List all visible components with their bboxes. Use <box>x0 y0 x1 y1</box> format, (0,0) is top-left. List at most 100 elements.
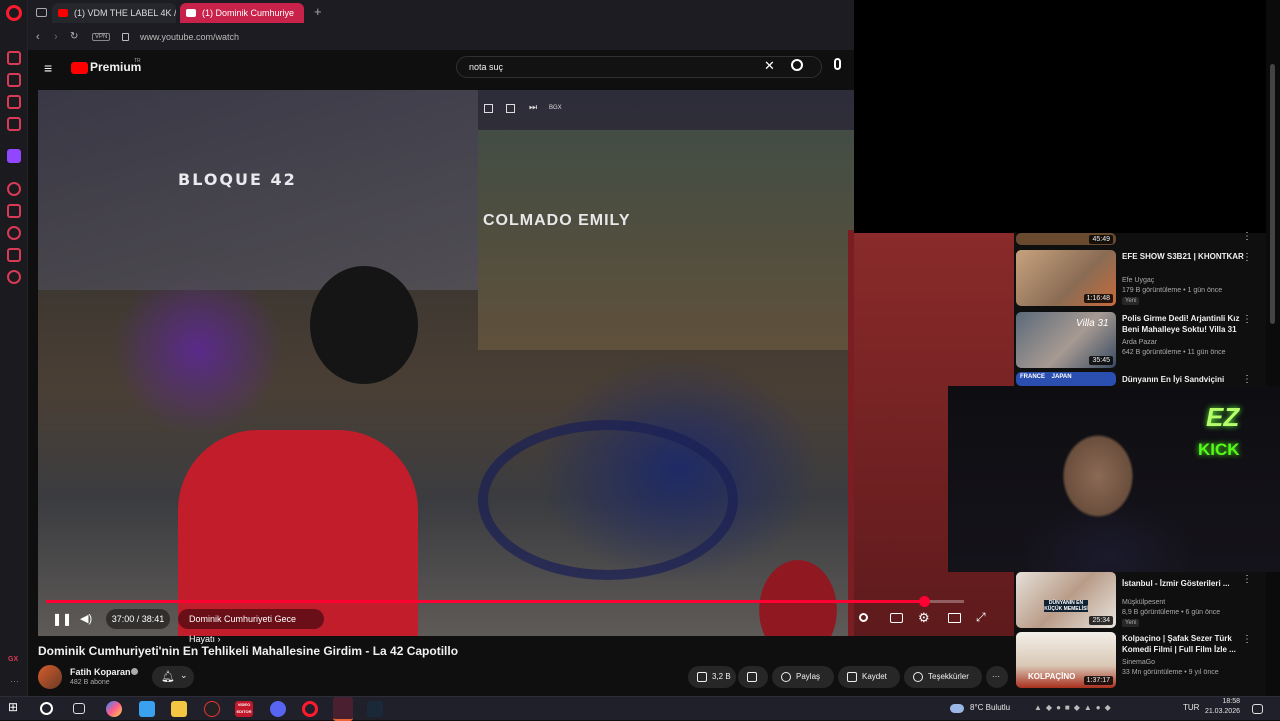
rec-duration: 1:16:48 <box>1083 294 1113 303</box>
tab-island-icon[interactable] <box>36 8 47 17</box>
dislike-button[interactable] <box>738 666 768 688</box>
clear-search-icon[interactable]: ✕ <box>764 58 775 74</box>
next-track-icon[interactable]: ⏭ <box>529 102 537 113</box>
sidebar-messenger-icon[interactable] <box>7 95 21 109</box>
share-button[interactable]: Paylaş <box>772 666 834 688</box>
volume-icon[interactable]: ◀) <box>80 612 92 625</box>
sidebar-mail-icon[interactable] <box>7 117 21 131</box>
rec-item[interactable]: Villa 31 35:45 Polis Girme Dedi! Arjanti… <box>1016 312 1264 368</box>
microphone-icon[interactable] <box>834 58 841 70</box>
overlay-label[interactable]: BGX <box>549 105 562 111</box>
back-icon[interactable]: ‹ <box>36 31 40 43</box>
sidebar-twitch-icon[interactable] <box>7 149 21 163</box>
sidebar-player-icon[interactable] <box>7 182 21 196</box>
settings-gear-icon[interactable]: ⚙ <box>918 610 930 626</box>
rec-title: Dünyanın En İyi Sandviçini <box>1122 375 1225 384</box>
edge-icon[interactable] <box>139 701 155 717</box>
task-view-icon[interactable] <box>73 703 85 714</box>
reload-icon[interactable]: ↻ <box>70 31 78 42</box>
discord-icon[interactable] <box>270 701 286 717</box>
sidebar-more-icon[interactable]: ··· <box>10 676 19 686</box>
weather-cloud-icon[interactable] <box>950 704 964 713</box>
rec-item[interactable]: DÜNYANIN EN KÜÇÜK MEMELİSİ 25:34 İstanbu… <box>1016 572 1264 628</box>
channel-avatar[interactable] <box>38 665 62 689</box>
sidebar-gx-icon[interactable]: GX <box>8 656 18 663</box>
rec-menu-icon[interactable]: ⋮ <box>1242 314 1252 325</box>
language-indicator[interactable]: TUR <box>1183 703 1199 712</box>
search-icon[interactable] <box>791 59 803 71</box>
fullscreen-icon[interactable]: ⤢ <box>976 610 986 625</box>
sidebar-history-icon[interactable] <box>7 226 21 240</box>
progress-bar[interactable] <box>46 596 964 607</box>
weather-text[interactable]: 8°C Bulutlu <box>970 703 1010 712</box>
rec-thumbnail: FRANCE JAPAN <box>1016 372 1116 386</box>
rec-title: Kolpaçino | Şafak Sezer Türk Komedi Film… <box>1122 634 1236 654</box>
popout-icon[interactable] <box>484 104 493 113</box>
rec-meta: 642 B görüntüleme • 11 gün önce <box>1122 349 1226 356</box>
opera-gx-icon[interactable] <box>204 701 220 717</box>
super-thanks-icon <box>913 672 923 682</box>
scrollbar-thumb[interactable] <box>1270 64 1275 324</box>
channel-name[interactable]: Fatih Koparan <box>70 667 131 677</box>
sidebar-bag-icon[interactable] <box>7 73 21 87</box>
rec-item[interactable]: FRANCE JAPAN Dünyanın En İyi Sandviçini … <box>1016 372 1264 386</box>
rec-title: İstanbul - İzmir Gösterileri ... <box>1122 579 1230 588</box>
video-player[interactable]: BLOQUE 42 COLMADO EMILY ⏭ BGX <box>38 90 854 636</box>
windows-start-icon[interactable]: ⊞ <box>8 700 24 716</box>
vpn-badge[interactable]: VPN <box>92 33 111 41</box>
tab-vdm[interactable]: (1) VDM THE LABEL 4K / 2 <box>52 3 176 23</box>
rec-item[interactable]: 1:16:48 EFE SHOW S3B21 | KHONTKAR Efe Uy… <box>1016 250 1264 306</box>
scene-wall <box>38 90 478 290</box>
pause-button[interactable]: ❚❚ <box>52 612 72 626</box>
clock-time[interactable]: 18:58 <box>1204 698 1240 705</box>
opera-gx-active-icon[interactable] <box>333 697 353 721</box>
steam-icon[interactable] <box>367 701 383 717</box>
sidebar-aria-icon[interactable] <box>7 51 21 65</box>
file-explorer-icon[interactable] <box>171 701 187 717</box>
youtube-logo-icon[interactable] <box>71 62 88 74</box>
thanks-button[interactable]: Teşekkürler <box>904 666 982 688</box>
region-code: TR <box>134 58 141 64</box>
more-actions-button[interactable]: ··· <box>986 666 1008 688</box>
autoplay-toggle-icon[interactable] <box>859 613 868 622</box>
subtitles-icon[interactable] <box>890 613 903 623</box>
rec-item[interactable]: KOLPAÇİNO 1:37:17 Kolpaçino | Şafak Seze… <box>1016 632 1264 688</box>
opera-logo-icon[interactable] <box>6 5 22 21</box>
clock-date[interactable]: 21.03.2026 <box>1200 708 1240 715</box>
rec-menu-icon[interactable]: ⋮ <box>1242 252 1252 263</box>
sidebar-extensions-icon[interactable] <box>7 248 21 262</box>
rec-thumbnail: DÜNYANIN EN KÜÇÜK MEMELİSİ 25:34 <box>1016 572 1116 628</box>
like-button[interactable]: 3,2 B <box>688 666 736 688</box>
rec-menu-icon[interactable]: ⋮ <box>1242 374 1252 385</box>
opera-icon[interactable] <box>302 701 318 717</box>
search-value: nota suç <box>469 62 504 72</box>
new-tab-button[interactable]: + <box>314 4 322 19</box>
url-field[interactable]: www.youtube.com/watch <box>140 32 239 42</box>
menu-icon[interactable]: ≡ <box>44 60 52 76</box>
page-scrollbar[interactable] <box>1266 0 1280 696</box>
rec-menu-icon[interactable]: ⋮ <box>1242 574 1252 585</box>
scene-motorcycle <box>478 420 738 580</box>
snap-icon[interactable] <box>506 104 515 113</box>
address-bar: ‹ › ↻ VPN www.youtube.com/watch <box>28 26 854 50</box>
share-icon <box>781 672 791 682</box>
sidebar-settings-icon[interactable] <box>7 270 21 284</box>
rec-menu-icon[interactable]: ⋮ <box>1242 231 1252 242</box>
notification-bell-button[interactable]: 🔔︎ ⌄ <box>152 666 194 688</box>
time-text: 37:00 / 38:41 <box>111 614 165 624</box>
forward-icon[interactable]: › <box>54 31 58 43</box>
thumbs-down-icon <box>747 672 757 682</box>
notification-icon[interactable] <box>1252 704 1263 714</box>
progress-scrubber[interactable] <box>918 596 930 607</box>
miniplayer-icon[interactable] <box>948 613 961 623</box>
copilot-icon[interactable] <box>106 701 122 717</box>
chapter-button[interactable]: Dominik Cumhuriyeti Gece Hayatı › <box>178 609 324 644</box>
sidebar-pinboard-icon[interactable] <box>7 204 21 218</box>
rec-menu-icon[interactable]: ⋮ <box>1242 634 1252 645</box>
taskbar-search-icon[interactable] <box>40 702 53 715</box>
rec-item[interactable]: 45:49 ⋮ <box>1016 231 1264 245</box>
tray-icons[interactable]: ▲◆●■◆▲●◆ <box>1034 703 1115 712</box>
video-editor-icon[interactable]: VIDEO EDITOR <box>235 701 253 717</box>
save-button[interactable]: Kaydet <box>838 666 900 688</box>
tab-dominik-active[interactable]: (1) Dominik Cumhuriye <box>180 3 304 23</box>
